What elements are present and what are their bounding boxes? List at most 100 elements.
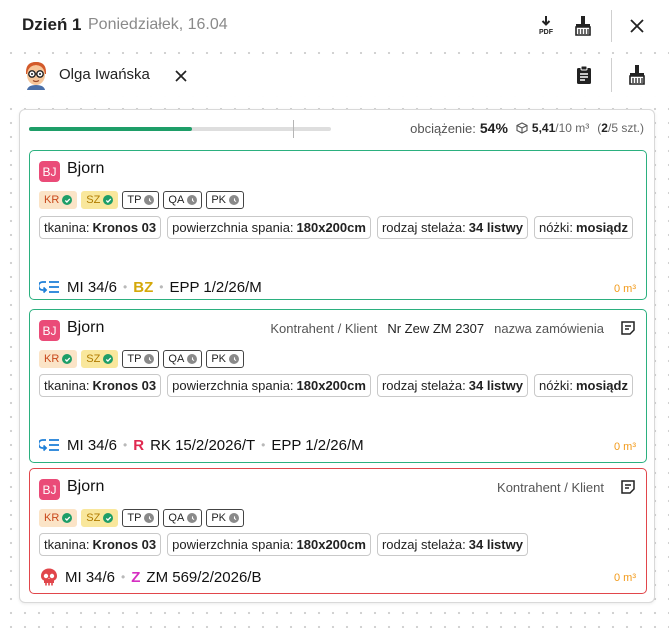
badge-label: QA <box>168 512 185 524</box>
load-progress-bar <box>29 127 331 131</box>
param-chip: rodzaj stelaża: 34 listwy <box>376 216 528 239</box>
param-chip: rodzaj stelaża: 34 listwy <box>376 374 528 397</box>
model-code: MI 34/6 <box>67 436 118 454</box>
broom-icon <box>629 65 645 85</box>
order-meta: Kontrahent / Klient <box>497 479 636 495</box>
status-badge-qa[interactable]: QA <box>163 509 203 527</box>
badge-label: KR <box>44 512 60 524</box>
param-label: powierzchnia spania: <box>172 378 294 393</box>
param-chip: powierzchnia spania: 180x200cm <box>167 533 371 556</box>
param-value: Kronos 03 <box>92 378 157 393</box>
check-icon <box>103 354 114 364</box>
order-card[interactable]: BJ Bjorn KR SZ TP QA PK tkanina: Kronos 03 powier… <box>29 150 647 300</box>
check-icon <box>103 195 114 205</box>
svg-text:PDF: PDF <box>539 29 554 36</box>
separator-dot: • <box>261 438 266 452</box>
badge-label: TP <box>127 512 142 524</box>
status-badges: KR SZ TP QA PK <box>39 509 244 527</box>
badge-label: TP <box>127 353 142 365</box>
cube-icon <box>516 122 528 134</box>
status-badge-tp[interactable]: TP <box>122 509 160 527</box>
param-chip: powierzchnia spania: 180x200cm <box>167 374 371 397</box>
order-volume: 0 m³ <box>614 441 636 453</box>
status-badge-sz[interactable]: SZ <box>81 350 119 368</box>
order-volume: 0 m³ <box>614 572 636 584</box>
param-label: powierzchnia spania: <box>172 220 294 235</box>
pdf-export-button[interactable]: PDF <box>535 15 557 37</box>
param-label: tkanina: <box>44 220 90 235</box>
header-divider <box>611 10 612 42</box>
status-badge-pk[interactable]: PK <box>206 350 244 368</box>
param-label: rodzaj stelaża: <box>381 220 466 235</box>
badge-label: QA <box>168 353 185 365</box>
clock-icon <box>187 513 198 523</box>
epp-reference: EPP 1/2/26/M <box>169 278 262 296</box>
status-badge-kr[interactable]: KR <box>39 350 78 368</box>
notes-button[interactable] <box>620 320 636 336</box>
check-icon <box>62 513 73 523</box>
param-value: mosiądz <box>575 378 628 393</box>
badge-label: SZ <box>86 194 101 206</box>
close-day-button[interactable] <box>627 16 647 36</box>
separator-dot: • <box>123 280 128 294</box>
status-badge-qa[interactable]: QA <box>163 191 203 209</box>
param-chips: tkanina: Kronos 03 powierzchnia spania: 180… <box>39 216 639 239</box>
clock-icon <box>144 195 155 205</box>
badge-label: KR <box>44 194 60 206</box>
status-badge-sz[interactable]: SZ <box>81 191 119 209</box>
order-meta: Kontrahent / Klient Nr Zew ZM 2307 nazwa z… <box>270 320 636 336</box>
notes-button[interactable] <box>620 479 636 495</box>
separator-dot: • <box>159 280 164 294</box>
separator-dot: • <box>121 570 126 584</box>
clock-icon <box>187 354 198 364</box>
order-card[interactable]: BJ Bjorn Kontrahent / Klient Nr Zew ZM 2307… <box>29 309 647 463</box>
status-badge-kr[interactable]: KR <box>39 509 78 527</box>
model-code: MI 34/6 <box>67 278 118 296</box>
param-value: 34 listwy <box>468 378 523 393</box>
param-label: powierzchnia spania: <box>172 537 294 552</box>
order-reference: ZM 569/2/2026/B <box>146 568 262 586</box>
status-badge-kr[interactable]: KR <box>39 191 78 209</box>
day-header: Dzień 1 Poniedziałek, 16.04 PDF <box>0 0 669 52</box>
close-icon <box>630 19 644 33</box>
param-chips: tkanina: Kronos 03 powierzchnia spania: 180… <box>39 533 639 556</box>
broom-icon <box>575 16 591 36</box>
day-date: Poniedziałek, 16.04 <box>88 16 228 33</box>
order-name: nazwa zamówienia <box>494 320 604 336</box>
order-type-letter: R <box>133 436 145 454</box>
param-value: 180x200cm <box>296 537 366 552</box>
order-type-letter: Z <box>131 568 141 586</box>
param-chip: rodzaj stelaża: 34 listwy <box>376 533 528 556</box>
order-card[interactable]: BJ Bjorn Kontrahent / Klient KR SZ TP QA PK tkan… <box>29 468 647 594</box>
status-badge-tp[interactable]: TP <box>122 350 160 368</box>
remove-user-button[interactable] <box>173 68 189 84</box>
param-chip: powierzchnia spania: 180x200cm <box>167 216 371 239</box>
badge-label: PK <box>211 512 226 524</box>
status-badge-tp[interactable]: TP <box>122 191 160 209</box>
clean-button[interactable] <box>571 15 595 37</box>
param-label: rodzaj stelaża: <box>381 537 466 552</box>
status-badge-sz[interactable]: SZ <box>81 509 119 527</box>
note-icon <box>621 480 635 494</box>
param-value: 180x200cm <box>296 378 366 393</box>
badge-label: PK <box>211 194 226 206</box>
close-icon <box>175 70 187 82</box>
product-avatar: BJ <box>39 161 60 182</box>
status-badge-pk[interactable]: PK <box>206 191 244 209</box>
clipboard-button[interactable] <box>574 64 594 86</box>
param-label: nóżki: <box>538 378 573 393</box>
param-chip: nóżki: mosiądz <box>533 374 633 397</box>
sync-list-icon <box>39 436 61 454</box>
status-badge-pk[interactable]: PK <box>206 509 244 527</box>
load-progress-fill <box>29 127 193 131</box>
order-footer: MI 34/6 • R RK 15/2/2026/T • EPP 1/2/26/M <box>39 436 364 454</box>
clean-user-button[interactable] <box>625 64 649 86</box>
contractor-label: Kontrahent / Klient <box>497 479 604 495</box>
status-badge-qa[interactable]: QA <box>163 350 203 368</box>
note-icon <box>621 321 635 335</box>
badge-label: KR <box>44 353 60 365</box>
param-label: rodzaj stelaża: <box>381 378 466 393</box>
user-name: Olga Iwańska <box>59 66 150 83</box>
day-title: Dzień 1 <box>22 15 82 34</box>
param-label: tkanina: <box>44 378 90 393</box>
